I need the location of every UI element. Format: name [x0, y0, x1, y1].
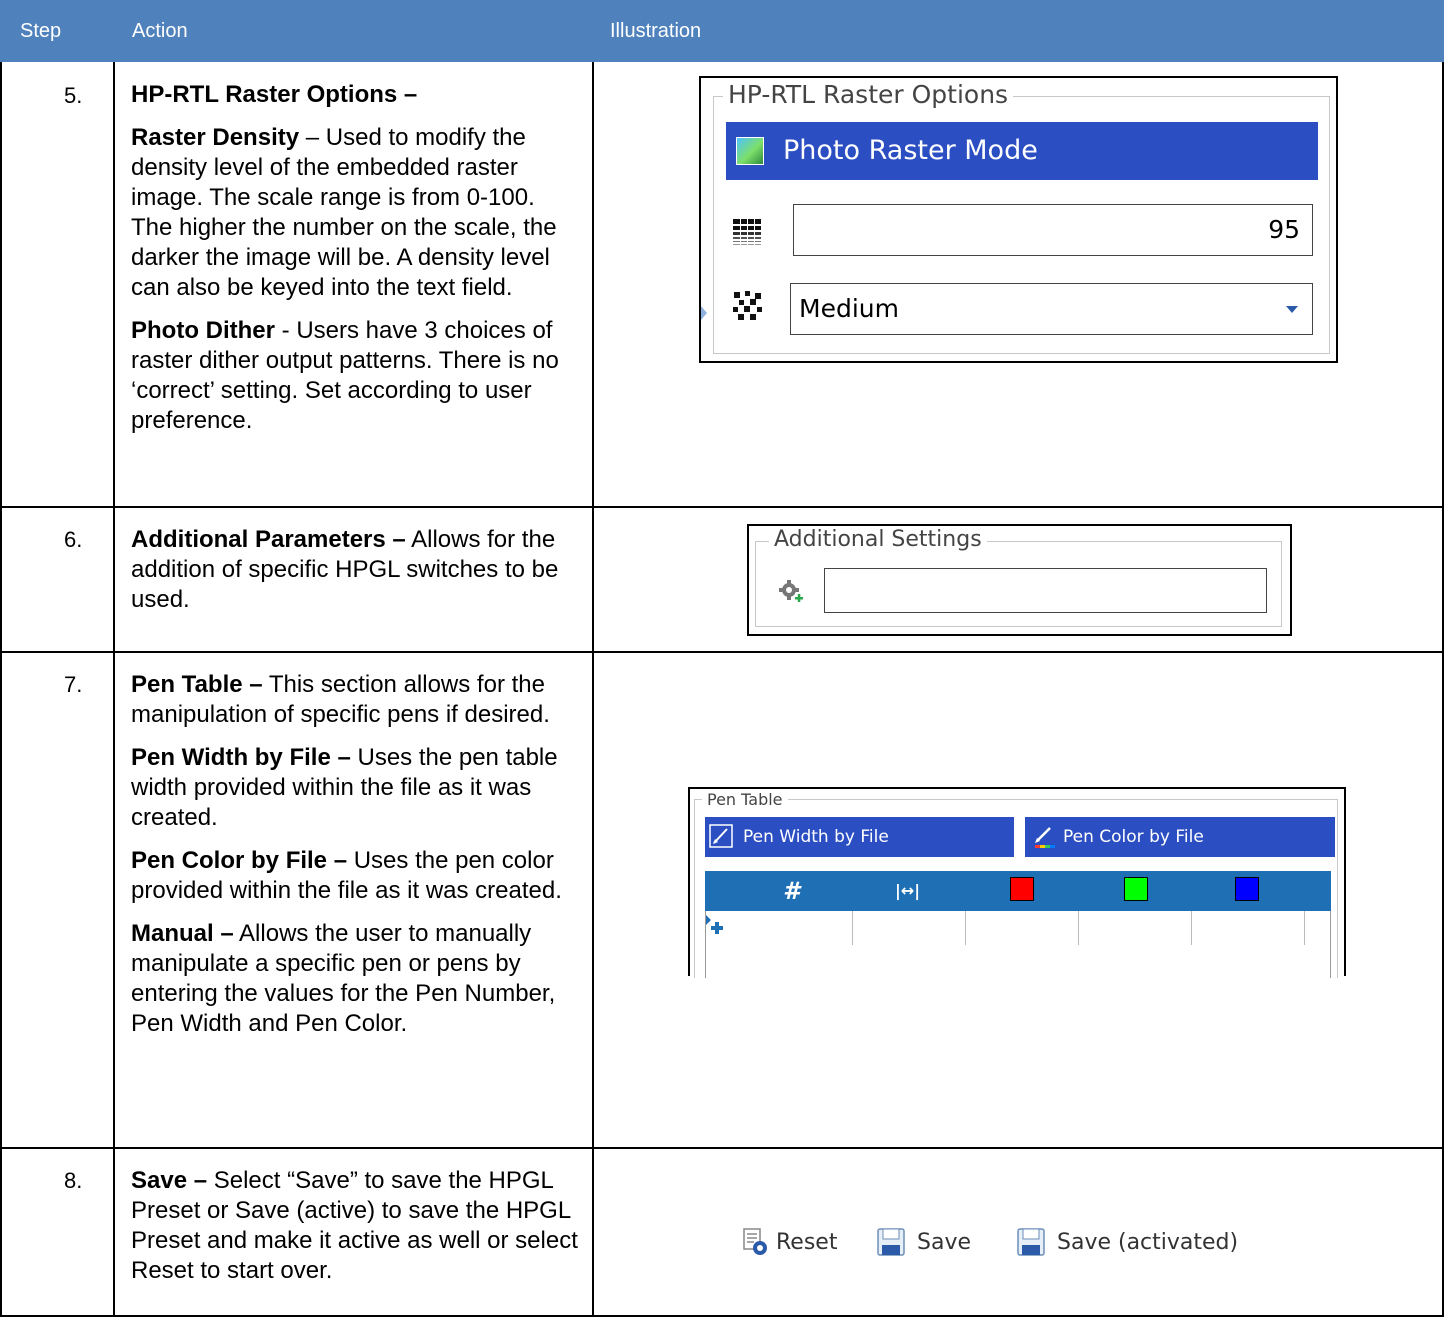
save-label: Save	[917, 1230, 972, 1255]
expand-marker-icon	[701, 306, 707, 320]
pen-color-icon	[1035, 827, 1055, 848]
density-icon	[733, 219, 761, 247]
additional-settings-screenshot: Additional Settings	[747, 524, 1292, 636]
step-number: 5.	[64, 83, 83, 108]
action-paragraph: Additional Parameters – Allows for the a…	[131, 526, 559, 613]
column-red-swatch[interactable]	[1010, 877, 1034, 901]
save-activated-label: Save (activated)	[1057, 1230, 1239, 1255]
table-header: Step Action Illustration	[0, 0, 1444, 62]
step-number: 6.	[64, 527, 83, 552]
chevron-down-icon	[1286, 306, 1298, 313]
gear-add-icon	[779, 580, 803, 602]
grid-line	[113, 62, 115, 1317]
density-input[interactable]: 95	[793, 204, 1313, 256]
pen-color-by-file-label: Pen Color by File	[1063, 827, 1204, 847]
raster-group-title: HP-RTL Raster Options	[723, 80, 1014, 110]
column-blue-swatch[interactable]	[1235, 877, 1259, 901]
pen-grid-body	[705, 911, 1331, 978]
photo-raster-mode-label: Photo Raster Mode	[783, 135, 1038, 166]
add-row-icon[interactable]	[711, 922, 723, 934]
grid-cell-divider	[852, 911, 853, 945]
action-paragraph: Photo Dither - Users have 3 choices of r…	[131, 317, 559, 434]
header-action: Action	[132, 20, 188, 42]
grid-cell-divider	[1191, 911, 1192, 945]
header-step: Step	[20, 20, 62, 42]
grid-cell-divider	[965, 911, 966, 945]
photo-raster-mode-button[interactable]: Photo Raster Mode	[726, 122, 1318, 180]
action-paragraph: Manual – Allows the user to manually man…	[131, 920, 556, 1037]
pen-width-by-file-label: Pen Width by File	[743, 827, 889, 847]
reset-icon	[743, 1228, 767, 1255]
action-paragraph: Save – Select “Save” to save the HPGL Pr…	[131, 1167, 578, 1284]
action-paragraph: Pen Table – This section allows for the …	[131, 671, 550, 728]
grid-line	[0, 62, 2, 1317]
step-number: 8.	[64, 1168, 83, 1193]
dither-value: Medium	[799, 294, 899, 323]
reset-label: Reset	[776, 1230, 838, 1255]
raster-options-screenshot: HP-RTL Raster Options Photo Raster Mode …	[699, 76, 1338, 363]
density-value: 95	[1268, 215, 1300, 244]
step-number: 7.	[64, 672, 83, 697]
action-paragraph: HP-RTL Raster Options –	[131, 81, 418, 108]
grid-line	[592, 62, 594, 1317]
dither-select[interactable]: Medium	[790, 283, 1313, 335]
column-pen-number[interactable]: #	[783, 877, 800, 905]
pen-grid-header: # |↔|	[705, 871, 1331, 911]
additional-group-title: Additional Settings	[769, 527, 987, 553]
save-toolbar: Reset Save Save (activated)	[742, 1222, 1262, 1262]
pen-color-by-file-button[interactable]: Pen Color by File	[1025, 817, 1335, 857]
action-paragraph: Raster Density – Used to modify the dens…	[131, 124, 557, 301]
dither-icon	[733, 291, 762, 320]
action-cell: HP-RTL Raster Options – Raster Density –…	[131, 80, 581, 449]
pen-width-by-file-button[interactable]: Pen Width by File	[705, 817, 1014, 857]
save-activated-icon	[1017, 1228, 1045, 1256]
grid-line	[0, 506, 1444, 508]
action-paragraph: Pen Width by File – Uses the pen table w…	[131, 744, 558, 831]
grid-cell-divider	[1304, 911, 1305, 945]
pen-table-screenshot: Pen Table Pen Width by File Pen Color by…	[688, 787, 1346, 978]
action-paragraph: Pen Color by File – Uses the pen color p…	[131, 847, 562, 904]
pen-table-group-title: Pen Table	[702, 790, 788, 810]
column-pen-width[interactable]: |↔|	[895, 881, 920, 901]
additional-settings-input[interactable]	[824, 568, 1267, 613]
action-cell: Additional Parameters – Allows for the a…	[131, 525, 581, 628]
grid-line	[0, 1147, 1444, 1149]
pen-width-icon	[709, 824, 733, 848]
grid-line	[0, 651, 1444, 653]
column-green-swatch[interactable]	[1124, 877, 1148, 901]
action-cell: Save – Select “Save” to save the HPGL Pr…	[131, 1166, 581, 1299]
header-illustration: Illustration	[610, 20, 702, 42]
photo-icon	[736, 137, 764, 165]
grid-cell-divider	[1078, 911, 1079, 945]
action-cell: Pen Table – This section allows for the …	[131, 670, 581, 1052]
save-icon	[877, 1228, 905, 1256]
